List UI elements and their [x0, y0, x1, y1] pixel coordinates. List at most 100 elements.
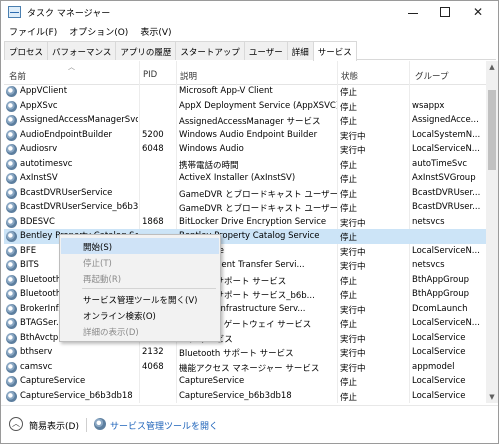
service-status-cell: 停止 — [340, 204, 358, 214]
column-header-pid[interactable]: PID — [143, 70, 157, 80]
table-row[interactable]: Audiosrv 6048 Windows Audio 実行中 LocalService… — [4, 142, 486, 157]
service-description-cell: ActiveX Installer (AxInstSV) — [179, 173, 296, 183]
fewer-details-link[interactable]: 簡易表示(D) — [29, 419, 79, 432]
table-row[interactable]: autotimesvc 携帯電話の時間 停止 autoTimeSvc — [4, 157, 486, 172]
table-row[interactable]: BDESVC 1868 BitLocker Drive Encryption Ser… — [4, 215, 486, 230]
column-header-status[interactable]: 状態 — [341, 70, 358, 82]
table-row[interactable]: AppVClient Microsoft App-V Client 停止 — [4, 84, 486, 99]
column-header-name[interactable]: 名前 — [9, 70, 26, 82]
tab-processes[interactable]: プロセス — [4, 41, 49, 60]
column-header-group[interactable]: グループ — [415, 70, 449, 82]
footer-divider — [86, 418, 87, 432]
service-gear-icon — [6, 361, 17, 373]
table-row[interactable]: AssignedAccessManagerSvc AssignedAccessMa… — [4, 113, 486, 128]
service-gear-icon — [6, 289, 17, 300]
service-status-cell: 実行中 — [340, 146, 366, 156]
menu-options[interactable]: オプション(O) — [65, 23, 132, 40]
service-gear-icon — [6, 144, 17, 155]
service-name-cell: camsvc — [20, 361, 53, 372]
service-name-cell: CaptureService_b6b3db18 — [20, 390, 133, 401]
close-icon: ✕ — [472, 5, 484, 19]
service-description-cell: GameDVR とブロードキャスト ユーザー サー... — [179, 204, 337, 214]
ctx-start[interactable]: 開始(S) — [61, 238, 219, 254]
title-bar[interactable]: タスク マネージャー ✕ — [1, 1, 498, 23]
table-row[interactable]: AxInstSV ActiveX Installer (AxInstSV) 停止 Ax… — [4, 171, 486, 186]
table-row[interactable]: CaptureService_b6b3db18 CaptureService_b6… — [4, 389, 486, 404]
tab-startup[interactable]: スタートアップ — [175, 41, 245, 60]
service-group-cell: LocalService — [412, 390, 466, 401]
ctx-restart: 再起動(R) — [83, 275, 122, 285]
service-gear-icon — [6, 260, 17, 271]
menu-bar: ファイル(F) オプション(O) 表示(V) — [1, 23, 498, 40]
service-group-cell: BcastDVRUser... — [412, 187, 481, 198]
service-description-cell: Windows Audio — [179, 144, 244, 154]
table-row[interactable]: BcastDVRUserService_b6b3... GameDVR とブロード… — [4, 200, 486, 215]
maximize-button[interactable] — [429, 1, 461, 23]
context-menu: 開始(S) 停止(T) 再起動(R) サービス管理ツールを開く(V) オンライン検索(O… — [59, 234, 221, 342]
task-manager-window: タスク マネージャー ✕ ファイル(F) オプション(O) 表示(V) プロセス… — [0, 0, 499, 444]
service-description-cell: GameDVR とブロードキャスト ユーザー サー... — [179, 189, 337, 200]
service-name-cell: BcastDVRUserService — [20, 187, 113, 198]
service-gear-icon — [6, 173, 17, 184]
services-table: ︿ 名前 PID 説明 状態 グループ AppVClient Microsoft … — [4, 61, 486, 403]
service-description-cell: Microsoft App-V Client — [179, 86, 273, 96]
scrollbar-thumb[interactable] — [488, 90, 496, 170]
service-gear-icon — [6, 158, 17, 170]
service-group-cell: LocalService — [412, 332, 466, 343]
service-pid-cell: 4068 — [142, 361, 164, 372]
menu-file[interactable]: ファイル(F) — [5, 23, 61, 40]
service-status-cell: 実行中 — [340, 334, 366, 345]
scroll-down-icon[interactable]: ▼ — [486, 391, 498, 403]
context-menu-separator — [82, 288, 216, 289]
tab-services[interactable]: サービス — [312, 41, 357, 61]
service-status-cell: 実行中 — [340, 363, 366, 374]
table-row[interactable]: bthserv 2132 Bluetooth サポート サービス 実行中 LocalSe… — [4, 345, 486, 360]
table-row[interactable]: camsvc 4068 機能アクセス マネージャー サービス 実行中 appmodel — [4, 360, 486, 375]
service-name-cell: Audiosrv — [20, 144, 58, 154]
table-row[interactable]: CaptureService CaptureService 停止 LocalServi… — [4, 374, 486, 389]
service-status-cell: 停止 — [340, 102, 358, 113]
minimize-icon — [408, 12, 418, 14]
tab-performance[interactable]: パフォーマンス — [47, 41, 117, 60]
tab-users[interactable]: ユーザー — [243, 41, 288, 60]
table-row[interactable]: BcastDVRUserService GameDVR とブロードキャスト ユーザ… — [4, 186, 486, 201]
table-row[interactable]: AppXSvc AppX Deployment Service (AppXSVC)… — [4, 99, 486, 114]
service-gear-icon — [6, 100, 17, 112]
ctx-open-services[interactable]: サービス管理ツールを開く(V) — [61, 291, 219, 307]
tab-strip: プロセス パフォーマンス アプリの履歴 スタートアップ ユーザー 詳細 サービス — [4, 41, 496, 61]
service-gear-icon — [6, 376, 17, 387]
vertical-scrollbar[interactable]: ▲ ▼ — [486, 61, 498, 403]
tab-details[interactable]: 詳細 — [286, 41, 314, 60]
ctx-search-online[interactable]: オンライン検索(O) — [61, 307, 219, 323]
service-group-cell: AxInstSVGroup — [412, 173, 476, 183]
service-status-cell: 実行中 — [340, 218, 366, 229]
table-row[interactable]: AudioEndpointBuilder 5200 Windows Audio En… — [4, 128, 486, 143]
maximize-icon — [440, 7, 450, 17]
service-name-cell: AxInstSV — [20, 173, 58, 183]
minimize-button[interactable] — [397, 1, 429, 23]
service-status-cell: 実行中 — [340, 131, 366, 142]
service-description-cell: 機能アクセス マネージャー サービス — [179, 363, 320, 374]
open-services-link[interactable]: サービス管理ツールを開く — [110, 419, 218, 432]
service-status-cell: 実行中 — [340, 305, 366, 316]
service-gear-icon — [6, 347, 17, 358]
table-header: ︿ 名前 PID 説明 状態 グループ — [4, 61, 486, 85]
service-description-cell: CaptureService — [179, 376, 245, 386]
service-status-cell: 実行中 — [340, 262, 366, 272]
service-name-cell: AudioEndpointBuilder — [20, 129, 113, 140]
column-header-description[interactable]: 説明 — [180, 70, 197, 82]
close-button[interactable]: ✕ — [462, 1, 494, 23]
menu-view[interactable]: 表示(V) — [136, 23, 175, 40]
service-gear-icon — [6, 245, 17, 257]
scroll-up-icon[interactable]: ▲ — [486, 61, 498, 73]
service-status-cell: 実行中 — [340, 349, 366, 359]
service-group-cell: LocalService — [412, 347, 466, 357]
service-name-cell: BcastDVRUserService_b6b3... — [20, 202, 138, 212]
service-status-cell: 停止 — [340, 160, 358, 171]
service-group-cell: LocalSystemN... — [412, 129, 481, 140]
service-status-cell: 停止 — [340, 378, 358, 388]
service-pid-cell: 1868 — [142, 216, 164, 227]
chevron-up-icon[interactable]: ︿ — [9, 417, 23, 431]
service-description-cell: Bluetooth サポート サービス — [179, 349, 294, 359]
tab-app-history[interactable]: アプリの履歴 — [115, 41, 177, 60]
